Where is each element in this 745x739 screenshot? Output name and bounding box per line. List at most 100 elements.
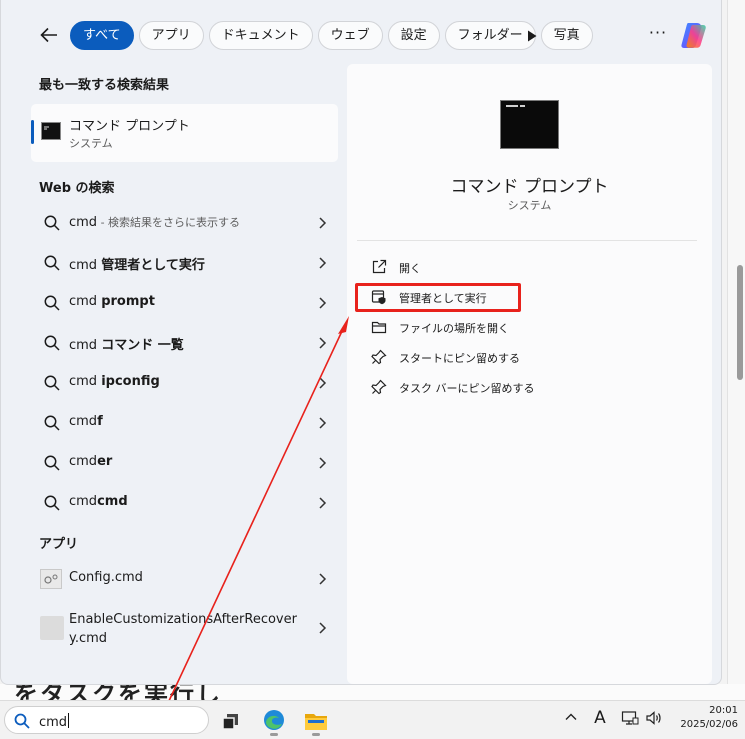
copilot-icon[interactable] (679, 20, 709, 50)
best-match-type: システム (69, 137, 113, 150)
chevron-right-icon (319, 337, 327, 349)
network-display-button[interactable] (620, 710, 640, 730)
pin-icon (371, 349, 387, 365)
action-pin-to-start[interactable]: スタートにピン留めする (369, 346, 569, 370)
web-search-suggestion[interactable]: cmder (31, 445, 338, 481)
web-search-suggestion[interactable]: cmd コマンド 一覧 (31, 325, 338, 361)
best-match-heading: 最も一致する検索結果 (39, 78, 170, 93)
search-flyout: すべて アプリ ドキュメント ウェブ 設定 フォルダー 写真 ··· 最も一致する検索結果 … (0, 0, 722, 685)
web-search-suggestion-text: cmd ipconfig (69, 374, 160, 389)
action-run-as-admin[interactable]: 管理者として実行 (369, 286, 569, 310)
shield-run-admin-icon (371, 290, 386, 305)
filter-tab[interactable]: 写真 (540, 21, 593, 50)
volume-button[interactable] (644, 710, 664, 730)
cmd-file-icon (40, 616, 64, 640)
app-result-name: Config.cmd (69, 570, 143, 585)
edge-browser-icon (264, 710, 284, 730)
web-search-heading: Web の検索 (39, 181, 115, 196)
chevron-right-icon (319, 377, 327, 389)
selection-indicator (31, 120, 34, 144)
chevron-up-icon (565, 713, 577, 720)
action-open-file-location[interactable]: ファイルの場所を開く (369, 316, 569, 340)
search-icon (44, 295, 60, 311)
detail-pane: コマンド プロンプト システム 開く 管理者として実行 ファイルの場所を開く ス… (347, 64, 712, 684)
web-search-suggestion[interactable]: cmd prompt (31, 285, 338, 321)
search-icon (44, 375, 60, 391)
network-icon (621, 711, 639, 725)
command-prompt-icon (41, 122, 61, 140)
app-result-enablecustomizations[interactable]: EnableCustomizationsAfterRecover y.cmd (31, 603, 338, 653)
running-indicator (270, 733, 278, 736)
chevron-right-icon (319, 457, 327, 469)
filter-bar: すべて アプリ ドキュメント ウェブ 設定 フォルダー 写真 ··· (1, 0, 723, 62)
search-icon (44, 415, 60, 431)
search-icon (44, 455, 60, 471)
detail-divider (357, 240, 697, 241)
search-icon (44, 215, 60, 231)
app-result-name: EnableCustomizationsAfterRecover y.cmd (69, 612, 297, 646)
web-search-suggestion-text: cmdcmd (69, 494, 128, 509)
search-input-value: cmd (39, 713, 70, 730)
apps-heading: アプリ (39, 537, 79, 552)
best-match-name: コマンド プロンプト (69, 119, 190, 134)
detail-app-name: コマンド プロンプト (450, 177, 609, 197)
filter-tab[interactable]: アプリ (138, 21, 204, 50)
chevron-right-icon (319, 297, 327, 309)
web-search-suggestion-text: cmd コマンド 一覧 (69, 338, 184, 353)
web-search-suggestion[interactable]: cmd ipconfig (31, 365, 338, 401)
command-prompt-large-icon (500, 100, 559, 149)
filter-tab[interactable]: ドキュメント (208, 21, 313, 50)
chevron-right-icon (319, 417, 327, 429)
pin-icon (371, 379, 387, 395)
action-open[interactable]: 開く (369, 256, 569, 280)
more-options-button[interactable]: ··· (645, 24, 671, 46)
explorer-taskbar-button[interactable] (301, 706, 331, 736)
background-scrollbar[interactable] (737, 265, 743, 380)
web-search-suggestion-text: cmd prompt (69, 294, 155, 309)
system-clock[interactable]: 20:01 2025/02/06 (672, 704, 742, 732)
clock-date: 2025/02/06 (680, 719, 738, 730)
web-search-suggestion-text: cmd 管理者として実行 (69, 258, 205, 273)
chevron-right-icon (319, 622, 327, 634)
filter-tab[interactable]: 設定 (387, 21, 440, 50)
web-search-suggestion-text: cmdf (69, 414, 103, 429)
web-search-suggestion[interactable]: cmd 管理者として実行 (31, 245, 338, 281)
search-icon (14, 713, 30, 729)
best-match-result[interactable]: コマンド プロンプト システム (31, 104, 338, 162)
speaker-icon (646, 711, 661, 725)
web-search-suggestion[interactable]: cmdcmd (31, 485, 338, 521)
open-external-icon (372, 259, 387, 274)
taskbar: cmd A 20:01 2025/02/06 (0, 700, 745, 739)
play-icon (528, 30, 537, 42)
web-search-suggestion-text: cmd - 検索結果をさらに表示する (69, 215, 241, 230)
search-icon (44, 335, 60, 351)
task-view-button[interactable] (217, 706, 247, 736)
scroll-filters-button[interactable] (521, 25, 543, 47)
web-search-suggestion[interactable]: cmd - 検索結果をさらに表示する (31, 205, 338, 241)
task-view-icon (222, 714, 238, 730)
file-explorer-icon (305, 714, 327, 730)
clock-time: 20:01 (709, 705, 738, 716)
search-icon (44, 495, 60, 511)
chevron-right-icon (319, 217, 327, 229)
filter-tab[interactable]: ウェブ (317, 21, 383, 50)
show-hidden-icons-button[interactable] (562, 710, 580, 730)
filter-tabs: すべて アプリ ドキュメント ウェブ 設定 フォルダー 写真 (70, 21, 593, 50)
web-search-suggestion[interactable]: cmdf (31, 405, 338, 441)
search-icon (44, 255, 60, 271)
cmd-file-icon (40, 569, 62, 589)
folder-icon (371, 321, 387, 334)
back-arrow-icon (40, 27, 57, 43)
taskbar-search-box[interactable]: cmd (4, 706, 209, 734)
back-button[interactable] (35, 22, 63, 48)
ime-mode-indicator[interactable]: A (590, 708, 610, 728)
detail-app-type: システム (507, 199, 552, 212)
filter-tab[interactable]: すべて (70, 21, 134, 50)
edge-taskbar-button[interactable] (259, 706, 289, 736)
web-search-suggestion-text: cmder (69, 454, 113, 469)
action-pin-to-taskbar[interactable]: タスク バーにピン留めする (369, 376, 569, 400)
results-list: 最も一致する検索結果 コマンド プロンプト システム Web の検索 cmd -… (25, 62, 343, 682)
app-result-config-cmd[interactable]: Config.cmd (31, 561, 338, 597)
chevron-right-icon (319, 257, 327, 269)
chevron-right-icon (319, 573, 327, 585)
